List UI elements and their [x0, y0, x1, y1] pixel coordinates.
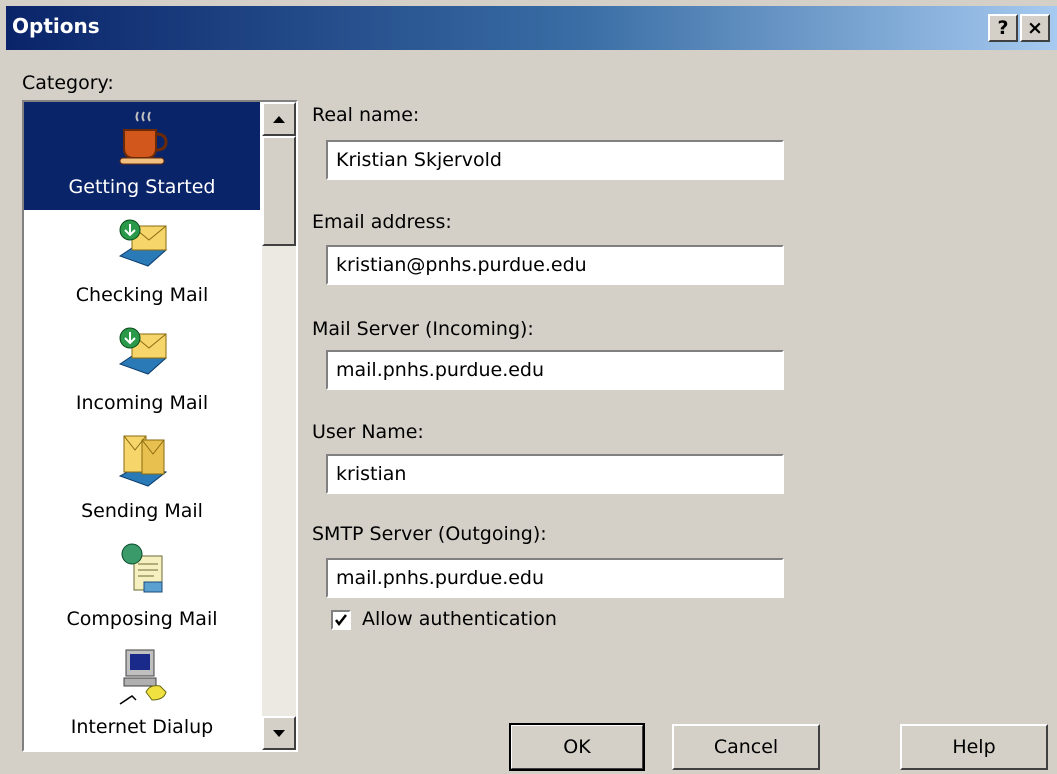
category-label-checking-mail: Checking Mail: [75, 284, 209, 306]
user-name-field[interactable]: [326, 454, 784, 494]
scroll-up-button[interactable]: [262, 102, 296, 136]
allow-authentication-checkbox[interactable]: [331, 610, 351, 630]
checkmark-icon: [335, 614, 347, 627]
category-item-composing-mail[interactable]: Composing Mail: [24, 534, 260, 642]
category-list[interactable]: Getting Started Checking Mail Incoming M…: [22, 100, 298, 752]
category-label-getting-started: Getting Started: [68, 176, 216, 198]
smtp-server-label: SMTP Server (Outgoing):: [312, 523, 547, 545]
dialup-computer-icon: [119, 649, 167, 705]
email-address-label: Email address:: [312, 211, 452, 233]
compose-mail-icon: [121, 543, 163, 593]
incoming-server-field[interactable]: [326, 350, 784, 390]
category-item-internet-dialup[interactable]: Internet Dialup: [24, 642, 260, 750]
cancel-button[interactable]: Cancel: [672, 724, 820, 770]
category-item-getting-started[interactable]: Getting Started: [24, 102, 260, 210]
user-name-label: User Name:: [312, 421, 424, 443]
category-label: Category:: [22, 72, 114, 94]
coffee-cup-icon: [119, 111, 168, 165]
allow-authentication-label[interactable]: Allow authentication: [362, 608, 557, 630]
category-label-composing-mail: Composing Mail: [66, 608, 218, 630]
smtp-server-field[interactable]: [326, 558, 784, 598]
email-field[interactable]: [326, 245, 784, 285]
category-item-incoming-mail[interactable]: Incoming Mail: [24, 318, 260, 426]
title-bar[interactable]: Options ? ×: [6, 6, 1057, 50]
mail-send-icon: [118, 435, 168, 487]
real-name-label: Real name:: [312, 104, 420, 126]
category-item-sending-mail[interactable]: Sending Mail: [24, 426, 260, 534]
category-label-internet-dialup: Internet Dialup: [70, 716, 214, 738]
category-scrollbar[interactable]: [262, 102, 296, 750]
scroll-down-button[interactable]: [262, 716, 296, 750]
category-label-incoming-mail: Incoming Mail: [75, 392, 209, 414]
mail-inbox-icon: [118, 327, 168, 375]
category-label-sending-mail: Sending Mail: [81, 500, 203, 522]
category-item-checking-mail[interactable]: Checking Mail: [24, 210, 260, 318]
arrow-up-icon: [273, 116, 285, 123]
help-button[interactable]: Help: [900, 724, 1048, 770]
window-title: Options: [12, 14, 100, 38]
ok-button[interactable]: OK: [509, 723, 645, 771]
options-dialog: Options ? × Category: Getting Started Ch…: [0, 0, 1057, 774]
arrow-down-icon: [273, 730, 285, 737]
incoming-server-label: Mail Server (Incoming):: [312, 318, 534, 340]
close-button[interactable]: ×: [1020, 14, 1050, 42]
scroll-thumb[interactable]: [262, 136, 296, 246]
help-title-button[interactable]: ?: [988, 14, 1018, 42]
mail-download-icon: [118, 219, 168, 267]
real-name-field[interactable]: [326, 140, 784, 180]
